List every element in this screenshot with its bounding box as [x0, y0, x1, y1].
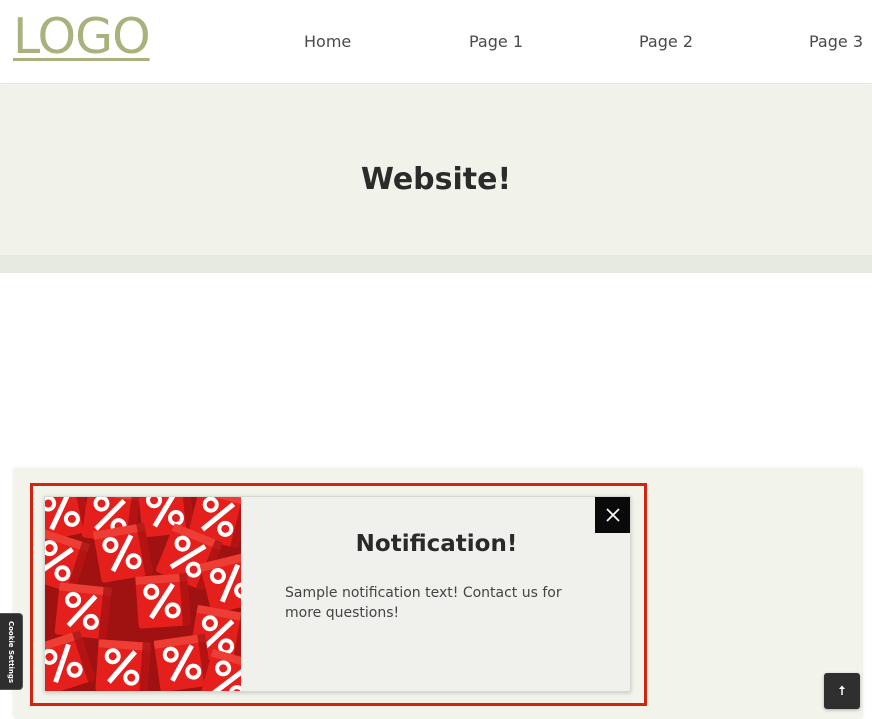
arrow-up-icon — [839, 685, 845, 695]
notification-title: Notification! — [355, 531, 518, 557]
scroll-to-top-button[interactable] — [824, 673, 860, 709]
nav-page-2[interactable]: Page 2 — [639, 31, 693, 53]
percent-cubes-image — [45, 497, 241, 691]
nav-page-3[interactable]: Page 3 — [809, 31, 863, 53]
close-icon — [606, 508, 620, 522]
site-header: LOGO Home Page 1 Page 2 Page 3 — [0, 0, 872, 84]
page-title: Website! — [360, 162, 512, 197]
hero-divider — [0, 255, 872, 273]
notification-text: Sample notification text! Contact us for… — [285, 585, 562, 621]
logo[interactable]: LOGO — [13, 6, 151, 68]
cookie-settings-label: Cookie Settings — [7, 620, 15, 684]
cookie-settings-tab[interactable]: Cookie Settings — [0, 613, 23, 690]
nav-page-1[interactable]: Page 1 — [469, 31, 523, 53]
nav-home[interactable]: Home — [304, 31, 351, 53]
percent-cubes-graphic — [45, 497, 241, 691]
close-button[interactable] — [595, 497, 630, 533]
notification-popup: Notification! Sample notification text! … — [44, 496, 631, 692]
